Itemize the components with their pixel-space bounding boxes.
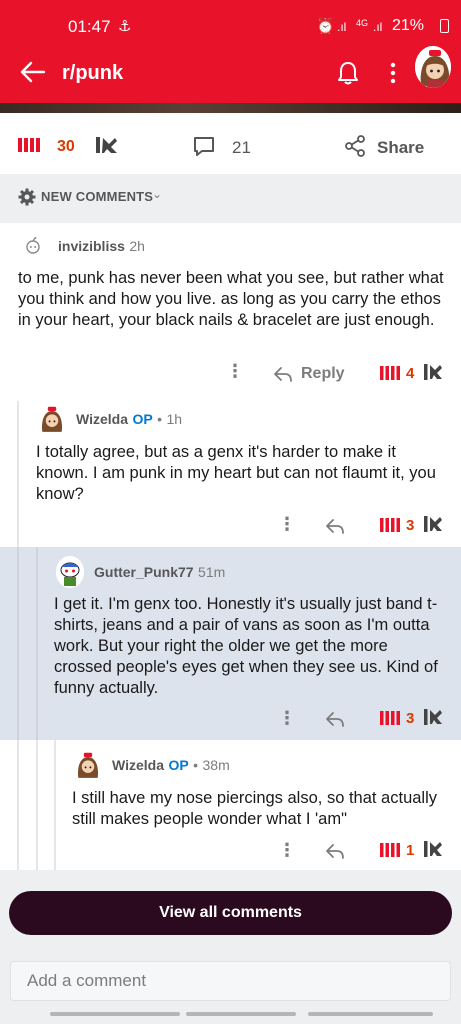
comment-body: to me, punk has never been what you see,…: [18, 269, 444, 329]
gear-icon: [18, 188, 36, 206]
app-bar: r/punk: [0, 48, 461, 103]
comment: invizibliss 2h to me, punk has never bee…: [0, 223, 461, 401]
signal-icon: .ıl: [337, 20, 347, 34]
post-image-edge: [0, 103, 461, 113]
nav-gesture-bar: [308, 1012, 433, 1016]
comment-vote-count: 3: [406, 517, 415, 534]
alarm-icon: ⏰: [316, 18, 335, 35]
status-time: 01:47: [68, 17, 111, 36]
comment-vote-count: 4: [406, 365, 415, 382]
notification-icon: ⚓: [118, 18, 132, 35]
comment-author[interactable]: invizibliss: [58, 238, 125, 254]
comment-body: I still have my nose piercings also, so …: [72, 789, 438, 828]
upvote-icon[interactable]: [380, 366, 400, 380]
op-badge: OP: [168, 757, 189, 773]
comment-vote-count: 1: [406, 842, 415, 859]
reply-icon[interactable]: [325, 517, 345, 535]
comment-highlighted: Gutter_Punk77 51m I get it. I'm genx too…: [0, 547, 461, 740]
thread-line[interactable]: [17, 547, 19, 740]
more-options-icon[interactable]: [384, 60, 402, 86]
nav-gesture-bar: [50, 1012, 180, 1016]
view-all-section: View all comments: [0, 870, 461, 954]
downvote-icon[interactable]: [95, 135, 119, 155]
view-all-comments-button[interactable]: View all comments: [9, 891, 452, 935]
comment-time: 2h: [129, 238, 145, 254]
snoo-avatar-icon: [26, 237, 40, 254]
post-actions-bar: 30 21 Share: [0, 113, 461, 175]
comment-time: 51m: [198, 564, 226, 580]
thread-line[interactable]: [36, 547, 38, 740]
comment-more-icon[interactable]: ⋮: [226, 361, 244, 382]
post-comment-count: 21: [232, 138, 251, 157]
downvote-icon[interactable]: [424, 363, 444, 381]
reply-icon[interactable]: [325, 842, 345, 860]
comment-author[interactable]: Gutter_Punk77: [94, 564, 194, 580]
downvote-icon[interactable]: [424, 840, 444, 858]
separator-dot: •: [193, 757, 199, 773]
sort-label[interactable]: NEW COMMENTS: [41, 189, 153, 204]
separator-dot: •: [157, 411, 163, 427]
back-arrow-icon[interactable]: [18, 58, 46, 86]
avatar[interactable]: [74, 750, 102, 782]
chevron-down-icon[interactable]: ⌄: [152, 187, 162, 201]
subreddit-title[interactable]: r/punk: [62, 62, 123, 85]
comment-author[interactable]: Wizelda: [112, 757, 164, 773]
upvote-icon[interactable]: [18, 137, 40, 153]
bell-icon[interactable]: [336, 60, 360, 86]
comment-icon[interactable]: [192, 134, 216, 158]
comment-author[interactable]: Wizelda: [76, 411, 128, 427]
reply-icon[interactable]: [325, 710, 345, 728]
upvote-icon[interactable]: [380, 711, 400, 725]
downvote-icon[interactable]: [424, 708, 444, 726]
upvote-icon[interactable]: [380, 843, 400, 857]
avatar-icon: [38, 404, 66, 436]
op-badge: OP: [132, 411, 153, 427]
post-vote-count: 30: [57, 138, 75, 155]
nav-gesture-bar: [186, 1012, 296, 1016]
add-comment-input[interactable]: Add a comment: [10, 961, 451, 1001]
comment-body: I get it. I'm genx too. Honestly it's us…: [54, 595, 438, 697]
battery-icon: [440, 19, 449, 33]
status-bar: 01:47 ⚓ ⏰ .ıl 4G .ıl 21%: [0, 0, 461, 48]
network-type: 4G: [356, 18, 369, 28]
avatar[interactable]: [56, 556, 84, 588]
comment-vote-count: 3: [406, 710, 415, 727]
share-icon[interactable]: [344, 135, 366, 157]
comment-sort-bar[interactable]: NEW COMMENTS ⌄: [0, 175, 461, 223]
user-avatar[interactable]: [413, 44, 453, 90]
add-comment-bar: Add a comment: [0, 954, 461, 1024]
avatar[interactable]: [38, 404, 66, 436]
comment-time: 1h: [166, 411, 183, 427]
reply-button[interactable]: Reply: [301, 365, 345, 383]
signal-icon-2: .ıl: [373, 20, 383, 34]
comment: Wizelda OP • 1h I totally agree, but as …: [0, 401, 461, 547]
snoo-avatar-icon: [56, 556, 84, 588]
downvote-icon[interactable]: [424, 515, 444, 533]
comment-time: 38m: [202, 757, 230, 773]
comment-more-icon[interactable]: ⋮: [278, 708, 296, 729]
comment-more-icon[interactable]: ⋮: [278, 840, 296, 861]
comment: Wizelda OP • 38m I still have my nose pi…: [0, 740, 461, 870]
share-button[interactable]: Share: [377, 138, 424, 158]
comment-body: I totally agree, but as a genx it's hard…: [36, 443, 436, 503]
upvote-icon[interactable]: [380, 518, 400, 532]
avatar-icon: [74, 750, 102, 782]
comment-more-icon[interactable]: ⋮: [278, 514, 296, 535]
reply-icon[interactable]: [273, 365, 293, 383]
battery-level: 21%: [392, 17, 425, 34]
